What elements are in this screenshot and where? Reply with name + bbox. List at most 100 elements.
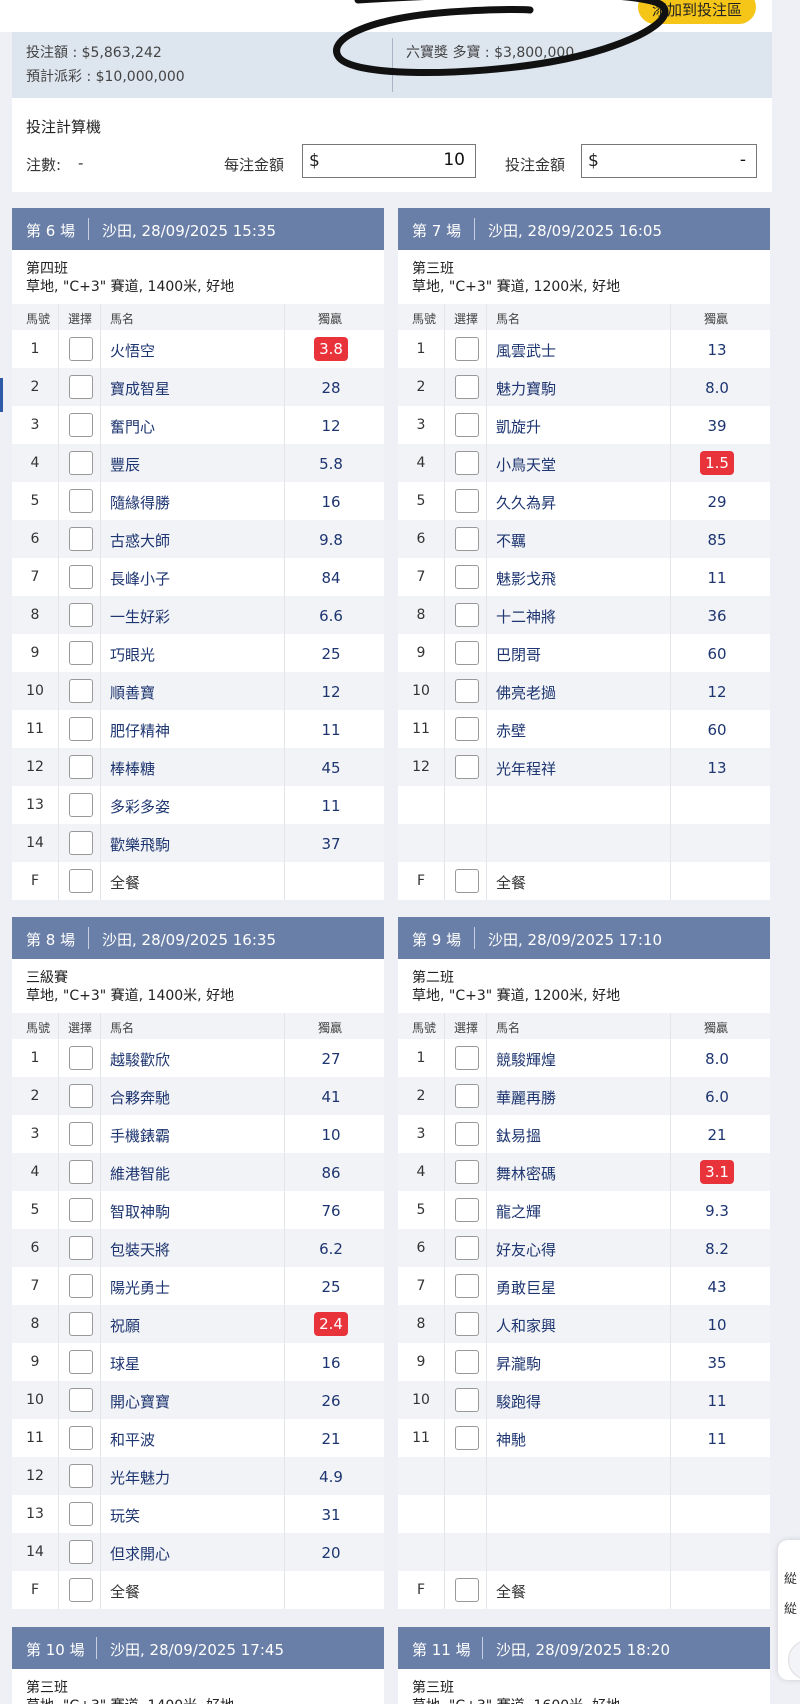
col-select: 選擇 [454, 312, 479, 326]
select-checkbox[interactable] [455, 1312, 479, 1336]
select-checkbox[interactable] [69, 489, 93, 513]
select-checkbox[interactable] [69, 679, 93, 703]
select-checkbox[interactable] [69, 1312, 93, 1336]
race-venue-time: 沙田, 28/09/2025 16:05 [488, 222, 662, 240]
horse-row: 3 奮門心 12 [12, 406, 384, 444]
bets-count-value: - [78, 154, 84, 172]
select-checkbox[interactable] [69, 1236, 93, 1260]
select-checkbox[interactable] [69, 527, 93, 551]
horse-number: 2 [30, 1088, 40, 1104]
horse-row: 7 長峰小子 84 [12, 558, 384, 596]
side-popup[interactable]: 緃 緃 [778, 1540, 800, 1680]
select-checkbox[interactable] [69, 793, 93, 817]
horse-name: 陽光勇士 [110, 1279, 171, 1297]
select-checkbox[interactable] [69, 1502, 93, 1526]
select-checkbox[interactable] [455, 1084, 479, 1108]
select-checkbox[interactable] [455, 1274, 479, 1298]
horse-name: 光年程祥 [496, 760, 557, 778]
select-checkbox[interactable] [455, 679, 479, 703]
select-checkbox[interactable] [455, 1198, 479, 1222]
select-checkbox[interactable] [69, 1122, 93, 1146]
field-checkbox[interactable] [455, 869, 479, 893]
horse-row: 13 多彩多姿 11 [12, 786, 384, 824]
horse-number: 7 [30, 569, 40, 585]
horse-name: 凱旋升 [496, 418, 542, 436]
win-odds: 9.8 [319, 531, 343, 549]
select-checkbox[interactable] [455, 451, 479, 475]
select-checkbox[interactable] [69, 755, 93, 779]
select-checkbox[interactable] [69, 1198, 93, 1222]
select-checkbox[interactable] [69, 413, 93, 437]
column-header: 馬號 選擇 馬名 獨贏 [12, 304, 384, 330]
unit-bet-input[interactable]: $ 10 [302, 144, 476, 178]
horse-number: 1 [416, 341, 426, 357]
select-checkbox[interactable] [455, 1160, 479, 1184]
select-checkbox[interactable] [455, 1426, 479, 1450]
horse-name: 舞林密碼 [496, 1165, 557, 1183]
header-divider [88, 927, 89, 949]
horse-name: 棒棒糖 [110, 760, 156, 778]
win-odds: 3.1 [700, 1160, 734, 1184]
select-checkbox[interactable] [69, 1540, 93, 1564]
horse-name: 火悟空 [110, 342, 156, 360]
edge-indicator [0, 378, 3, 412]
select-checkbox[interactable] [455, 375, 479, 399]
field-checkbox[interactable] [69, 1578, 93, 1602]
horse-name: 魅力寶駒 [496, 380, 557, 398]
select-checkbox[interactable] [455, 1046, 479, 1070]
horse-name: 好友心得 [496, 1241, 557, 1259]
select-checkbox[interactable] [455, 603, 479, 627]
select-checkbox[interactable] [69, 1426, 93, 1450]
horse-name: 肥仔精神 [110, 722, 171, 740]
select-checkbox[interactable] [455, 641, 479, 665]
horse-row: 7 魅影戈飛 11 [398, 558, 770, 596]
horse-number: 8 [30, 1316, 40, 1332]
select-checkbox[interactable] [69, 1160, 93, 1184]
win-odds: 25 [321, 645, 341, 663]
race-track: 草地, "C+3" 賽道, 1400米, 好地 [26, 279, 235, 295]
select-checkbox[interactable] [455, 1122, 479, 1146]
horse-number: 13 [26, 797, 44, 813]
win-odds: 4.9 [319, 1468, 343, 1486]
horse-row: 4 豐辰 5.8 [12, 444, 384, 482]
select-checkbox[interactable] [69, 1046, 93, 1070]
field-checkbox[interactable] [455, 1578, 479, 1602]
field-checkbox[interactable] [69, 869, 93, 893]
select-checkbox[interactable] [455, 1388, 479, 1412]
side-popup-button[interactable] [788, 1640, 800, 1680]
select-checkbox[interactable] [69, 565, 93, 589]
select-checkbox[interactable] [455, 489, 479, 513]
select-checkbox[interactable] [455, 413, 479, 437]
horse-number: 11 [26, 721, 44, 737]
horse-row: 3 鈦易搵 21 [398, 1115, 770, 1153]
select-checkbox[interactable] [69, 603, 93, 627]
horse-number: 5 [30, 1202, 40, 1218]
add-to-bet-slip-button[interactable]: 添加到投注區 [638, 0, 756, 24]
select-checkbox[interactable] [69, 1464, 93, 1488]
select-checkbox[interactable] [69, 1274, 93, 1298]
select-checkbox[interactable] [69, 1084, 93, 1108]
select-checkbox[interactable] [455, 337, 479, 361]
select-checkbox[interactable] [69, 717, 93, 741]
select-checkbox[interactable] [69, 1388, 93, 1412]
select-checkbox[interactable] [455, 565, 479, 589]
select-checkbox[interactable] [69, 337, 93, 361]
win-odds: 12 [321, 417, 341, 435]
win-odds: 36 [707, 607, 727, 625]
select-checkbox[interactable] [69, 641, 93, 665]
horse-name: 但求開心 [110, 1545, 171, 1563]
win-odds: 76 [321, 1202, 341, 1220]
race-track: 草地, "C+3" 賽道, 1400米, 好地 [26, 1697, 370, 1704]
select-checkbox[interactable] [455, 527, 479, 551]
race-header: 第 11 場 沙田, 28/09/2025 18:20 [398, 1627, 770, 1669]
select-checkbox[interactable] [455, 1236, 479, 1260]
select-checkbox[interactable] [455, 1350, 479, 1374]
select-checkbox[interactable] [69, 375, 93, 399]
horse-name: 包裝天將 [110, 1241, 171, 1259]
select-checkbox[interactable] [69, 1350, 93, 1374]
select-checkbox[interactable] [69, 451, 93, 475]
horse-name: 智取神駒 [110, 1203, 171, 1221]
select-checkbox[interactable] [69, 831, 93, 855]
select-checkbox[interactable] [455, 755, 479, 779]
select-checkbox[interactable] [455, 717, 479, 741]
